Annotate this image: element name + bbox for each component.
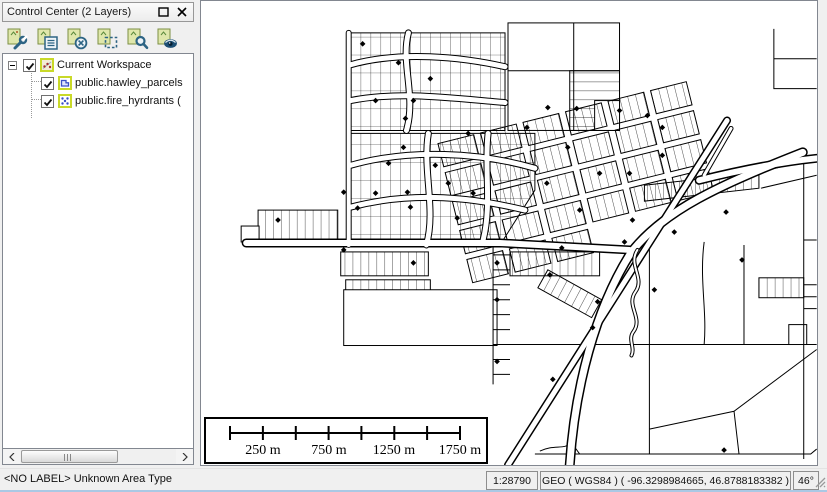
arrow-left-icon	[9, 453, 15, 461]
tree-horizontal-scrollbar[interactable]	[2, 448, 194, 465]
maximize-button[interactable]	[155, 5, 171, 19]
application-window: { "panel": { "title": "Control Center (2…	[0, 0, 827, 492]
scalebar-label: 1250 m	[373, 443, 415, 459]
status-scale: 1:28790	[486, 471, 538, 490]
scroll-right-button[interactable]	[176, 449, 193, 464]
polygon-layer-icon	[58, 76, 72, 90]
layer-visibility-eye-icon	[154, 27, 180, 51]
layers-tree: Current Workspace public.hawley_parcels	[2, 53, 194, 448]
panel-title: Control Center (2 Layers)	[3, 6, 155, 18]
layer-select-extent-button[interactable]	[92, 26, 122, 52]
workspace-icon	[40, 58, 54, 72]
scalebar-label: 1750 m	[439, 443, 481, 459]
map-canvas[interactable]: 250 m 750 m 1250 m 1750 m	[200, 0, 818, 466]
check-icon	[24, 60, 37, 73]
map-svg	[201, 1, 817, 465]
scroll-left-button[interactable]	[3, 449, 20, 464]
layer-edit-wrench-icon	[4, 27, 30, 51]
scalebar-label: 750 m	[311, 443, 346, 459]
fire-hydrants-checkbox[interactable]	[41, 95, 54, 108]
layer-select-extent-icon	[94, 27, 120, 51]
status-selection-text: <NO LABEL> Unknown Area Type	[4, 473, 172, 485]
status-coordinates: GEO ( WGS84 ) ( -96.3298984665, 46.87881…	[540, 471, 791, 490]
fire-hydrants-label: public.fire_hyrdrants (	[72, 95, 181, 107]
tree-row-hawley-parcels[interactable]: public.hawley_parcels	[3, 74, 193, 92]
check-icon	[42, 96, 55, 109]
workspace-checkbox[interactable]	[23, 59, 36, 72]
panel-toolbar	[2, 25, 194, 52]
scrollbar-thumb[interactable]	[21, 450, 118, 463]
maximize-icon	[158, 7, 169, 17]
layer-zoom-button[interactable]	[122, 26, 152, 52]
layer-remove-button[interactable]	[62, 26, 92, 52]
hawley-parcels-label: public.hawley_parcels	[72, 77, 183, 89]
collapse-expander[interactable]	[8, 61, 17, 70]
layer-zoom-icon	[124, 27, 150, 51]
tree-row-workspace[interactable]: Current Workspace	[3, 56, 193, 74]
hawley-parcels-checkbox[interactable]	[41, 77, 54, 90]
layer-attributes-button[interactable]	[32, 26, 62, 52]
resize-grip-icon[interactable]	[815, 477, 826, 488]
scalebar-label: 250 m	[245, 443, 280, 459]
arrow-right-icon	[182, 453, 188, 461]
close-button[interactable]	[174, 5, 190, 19]
scalebar: 250 m 750 m 1250 m 1750 m	[204, 417, 488, 464]
layer-remove-icon	[64, 27, 90, 51]
layer-attributes-list-icon	[34, 27, 60, 51]
check-icon	[42, 78, 55, 91]
tree-row-fire-hydrants[interactable]: public.fire_hyrdrants (	[3, 92, 193, 110]
point-layer-icon	[58, 94, 72, 108]
control-center-panel: Control Center (2 Layers)	[0, 0, 197, 466]
layer-edit-button[interactable]	[2, 26, 32, 52]
statusbar: <NO LABEL> Unknown Area Type 1:28790 GEO…	[0, 468, 827, 490]
layer-visibility-button[interactable]	[152, 26, 182, 52]
workspace-label: Current Workspace	[54, 59, 152, 71]
panel-titlebar: Control Center (2 Layers)	[2, 2, 194, 22]
close-icon	[177, 7, 187, 17]
